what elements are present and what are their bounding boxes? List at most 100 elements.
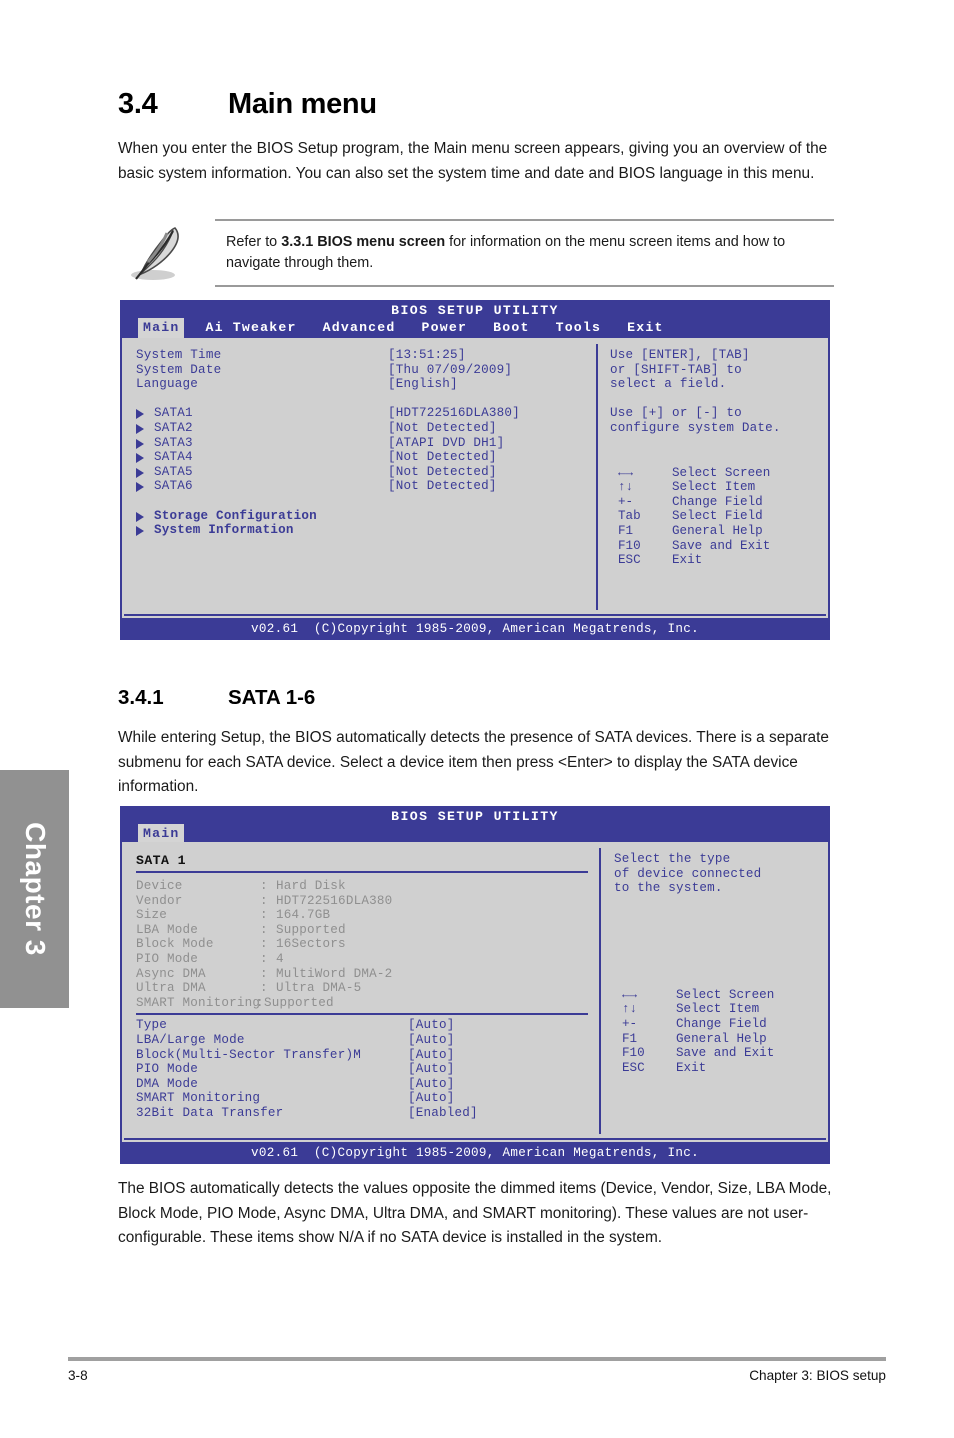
bios-utility-title: BIOS SETUP UTILITY [391, 303, 559, 318]
bios-settings-list: System Time [13:51:25] System Date [Thu 07/… [136, 348, 586, 538]
sata-info-label: Device [136, 879, 183, 893]
bios-copyright-footer: v02.61 (C)Copyright 1985-2009, American … [120, 1142, 830, 1164]
bios-main-menu-screenshot: BIOS SETUP UTILITY Main Ai Tweaker Advance… [120, 300, 830, 650]
bios-setting-row[interactable]: SATA6 [Not Detected] [136, 479, 586, 494]
bios-setting-value: [Auto] [408, 1091, 455, 1106]
bios-key-legend-row: ↑↓ Select Item [610, 480, 815, 495]
bios-setting-row[interactable]: SATA5 [Not Detected] [136, 465, 586, 480]
bios-tab-advanced[interactable]: Advanced [318, 318, 401, 338]
bios-setting-value: [Auto] [408, 1076, 455, 1091]
bios-setting-value: [Thu 07/09/2009] [388, 362, 513, 377]
sata-info-value: Supported [264, 995, 334, 1010]
sata-info-row: Async DMA: MultiWord DMA-2 [136, 967, 586, 982]
bios-key-legend-row: ESC Exit [614, 1061, 819, 1076]
bios-key-description: Save and Exit [672, 538, 771, 553]
bios-setting-row[interactable]: SATA2 [Not Detected] [136, 421, 586, 436]
bios-key-legend-row: ←→ Select Screen [610, 466, 815, 481]
bios-setting-row[interactable]: PIO Mode [Auto] [136, 1062, 586, 1077]
row-spacer [136, 392, 586, 407]
sata-info-separator: : [260, 951, 268, 966]
bios-help-line: or [SHIFT-TAB] to [610, 362, 742, 377]
bios-setting-row[interactable]: SATA1 [HDT722516DLA380] [136, 406, 586, 421]
bios-sata-detail-screenshot: BIOS SETUP UTILITY Main SATA 1 Device: Ha… [120, 806, 830, 1164]
sata-info-label: PIO Mode [136, 951, 199, 966]
bios-key-glyph: Tab [618, 509, 641, 524]
bios-body: SATA 1 Device: Hard Disk Vendor: HDT722516D… [120, 842, 830, 1142]
bios-setting-row[interactable]: DMA Mode [Auto] [136, 1077, 586, 1092]
bios-key-description: Exit [676, 1060, 707, 1075]
bios-setting-label: DMA Mode [136, 1076, 199, 1091]
sata-info-separator: : [260, 893, 268, 908]
bios-setting-row[interactable]: 32Bit Data Transfer [Enabled] [136, 1106, 586, 1121]
bios-setting-value: [English] [388, 377, 458, 392]
note-bold-reference: 3.3.1 BIOS menu screen [281, 234, 446, 250]
bios-setting-value: [HDT722516DLA380] [388, 406, 520, 421]
sata-info-row: LBA Mode: Supported [136, 923, 586, 938]
bios-setting-label: Storage Configuration [154, 508, 317, 523]
note-prefix: Refer to [226, 234, 282, 250]
sata-info-row: Device: Hard Disk [136, 879, 586, 894]
bios-key-legend-row: F1 General Help [610, 524, 815, 539]
bios-menu-tabs: Main [138, 824, 830, 844]
bios-tab-boot[interactable]: Boot [488, 318, 534, 338]
bios-setting-label: SATA2 [154, 420, 193, 435]
bios-tab-main[interactable]: Main [138, 824, 185, 844]
bios-help-line: of device connected [614, 866, 762, 881]
pencil-note-icon [123, 222, 189, 284]
bios-key-description: General Help [672, 523, 763, 538]
bios-setting-row[interactable]: SATA4 [Not Detected] [136, 450, 586, 465]
bios-setting-label: System Information [154, 523, 294, 538]
page-number: 3-8 [68, 1368, 88, 1383]
subsection-number: 3.4.1 [118, 686, 164, 709]
bios-help-line: configure system Date. [610, 420, 781, 435]
bios-setting-row[interactable]: System Information [136, 523, 586, 538]
bios-key-glyph: F1 [618, 523, 634, 538]
bios-setting-row[interactable]: LBA/Large Mode [Auto] [136, 1033, 586, 1048]
bios-key-description: Select Item [676, 1002, 760, 1017]
sata-info-row: SMART Monitoring: Supported [136, 996, 586, 1011]
sata-info-value: Hard Disk [276, 879, 346, 893]
bios-help-pane: Use [ENTER], [TAB] or [SHIFT-TAB] to selec… [610, 348, 815, 568]
note-box: Refer to 3.3.1 BIOS menu screen for info… [118, 219, 834, 287]
bios-setting-value: [Not Detected] [388, 479, 497, 494]
bios-setting-label: SATA6 [154, 479, 193, 494]
sata-info-separator: : [260, 981, 268, 996]
bios-setting-row[interactable]: Type [Auto] [136, 1018, 586, 1033]
bios-setting-row[interactable]: System Date [Thu 07/09/2009] [136, 363, 586, 378]
sata-info-row: Size:164.7GB [136, 908, 586, 923]
bios-key-legend-row: ESC Exit [610, 553, 815, 568]
bios-utility-title: BIOS SETUP UTILITY [391, 809, 559, 824]
bios-setting-row[interactable]: Language [English] [136, 377, 586, 392]
bios-setting-label: LBA/Large Mode [136, 1032, 245, 1047]
submenu-arrow-icon [136, 409, 144, 420]
section-title: Main menu [228, 88, 377, 120]
bios-key-description: Save and Exit [676, 1046, 775, 1061]
bios-setting-row[interactable]: Block(Multi-Sector Transfer)M [Auto] [136, 1048, 586, 1063]
note-text: Refer to 3.3.1 BIOS menu screen for info… [226, 232, 826, 274]
submenu-arrow-icon [136, 423, 144, 434]
bios-setting-label: SATA3 [154, 435, 193, 450]
bios-setting-label: Block(Multi-Sector Transfer)M [136, 1047, 361, 1062]
sata-info-value: MultiWord DMA-2 [276, 966, 393, 981]
bios-setting-row[interactable]: System Time [13:51:25] [136, 348, 586, 363]
chapter-side-tab: Chapter 3 [0, 770, 69, 1008]
bios-setting-label: SATA5 [154, 464, 193, 479]
bios-tab-tools[interactable]: Tools [551, 318, 607, 338]
sata-info-separator: : [260, 937, 268, 952]
bios-help-line: select a field. [610, 377, 727, 392]
bios-body: System Time [13:51:25] System Date [Thu 07/… [120, 338, 830, 618]
bios-key-glyph: +- [618, 494, 634, 509]
bios-tab-main[interactable]: Main [138, 318, 185, 338]
bios-key-description: Select Screen [676, 987, 775, 1002]
bios-help-text: Use [ENTER], [TAB] or [SHIFT-TAB] to selec… [610, 348, 815, 436]
bios-tab-power[interactable]: Power [417, 318, 473, 338]
bios-tab-ai-tweaker[interactable]: Ai Tweaker [200, 318, 301, 338]
bios-setting-row[interactable]: Storage Configuration [136, 509, 586, 524]
sata-panel-heading-label: SATA 1 [136, 853, 186, 868]
sata-info-row: PIO Mode:4 [136, 952, 586, 967]
bios-setting-row[interactable]: SMART Monitoring [Auto] [136, 1091, 586, 1106]
bios-help-line: to the system. [614, 881, 723, 896]
submenu-arrow-icon [136, 482, 144, 493]
bios-tab-exit[interactable]: Exit [622, 318, 668, 338]
bios-setting-row[interactable]: SATA3 [ATAPI DVD DH1] [136, 436, 586, 451]
